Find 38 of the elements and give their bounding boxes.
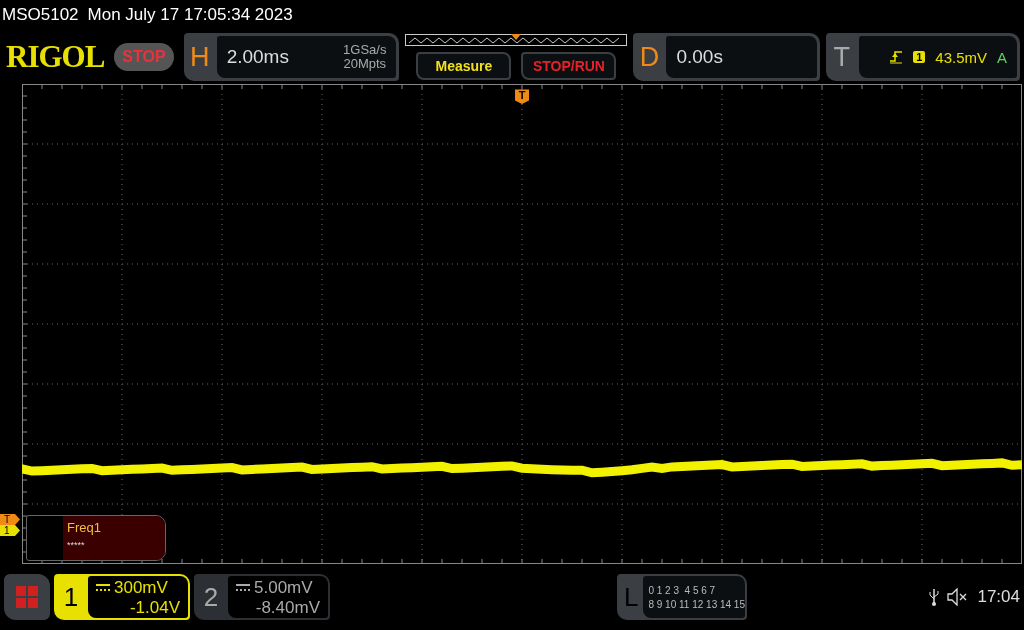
memory-depth: 20Mpts [343, 57, 387, 71]
timebase-value: 2.00ms [226, 46, 289, 68]
clock-time: 17:04 [977, 587, 1020, 607]
measurement-name: Freq1 [67, 520, 102, 535]
rising-edge-icon [889, 50, 904, 64]
channel-number: 1 [62, 580, 80, 614]
trigger-source-badge: 1 [913, 51, 926, 63]
logic-label: L [622, 580, 640, 614]
channel-number: 2 [202, 580, 220, 614]
channel-level-marker[interactable]: 1 [0, 525, 20, 536]
menu-button[interactable] [4, 574, 50, 620]
run-state-badge: STOP [114, 43, 174, 71]
dc-coupling-icon [236, 584, 250, 592]
trigger-level: 43.5mV [935, 48, 987, 66]
trigger-panel[interactable]: T 1 43.5mV A [825, 33, 1020, 81]
model-name: MSO5102 [2, 5, 79, 25]
sample-rate: 1GSa/s [343, 43, 387, 57]
delay-panel[interactable]: D 0.00s [633, 33, 820, 81]
delay-value: 0.00s [676, 46, 723, 68]
dc-coupling-icon [96, 584, 110, 592]
date-time: Mon July 17 17:05:34 2023 [87, 5, 293, 25]
run-button[interactable]: STOP/RUN [521, 52, 617, 80]
channel-offset: -8.40mV [255, 598, 320, 618]
trigger-level-marker[interactable]: T [0, 514, 20, 525]
usb-icon [929, 587, 940, 607]
horizontal-panel[interactable]: H 2.00ms 1GSa/s 20Mpts [183, 33, 400, 81]
channel-panel[interactable]: 1 300mV -1.04V [54, 574, 190, 620]
channel-panel[interactable]: 2 5.00mV -8.40mV [194, 574, 330, 620]
measurement-value: ***** [67, 540, 86, 550]
logic-channel-numbers: 0 1 2 3 4 5 6 7 [648, 584, 717, 596]
trigger-mode: A [997, 48, 1007, 66]
logic-channel-numbers: 8 9 10 11 12 13 14 15 [648, 598, 745, 610]
brand-logo: RIGOL [6, 39, 105, 75]
channel-scale: 5.00mV [254, 578, 313, 598]
measure-button[interactable]: Measure [416, 52, 512, 80]
grid-menu-icon [16, 586, 38, 608]
channel-scale: 300mV [114, 578, 168, 598]
channel-offset: -1.04V [129, 598, 180, 618]
